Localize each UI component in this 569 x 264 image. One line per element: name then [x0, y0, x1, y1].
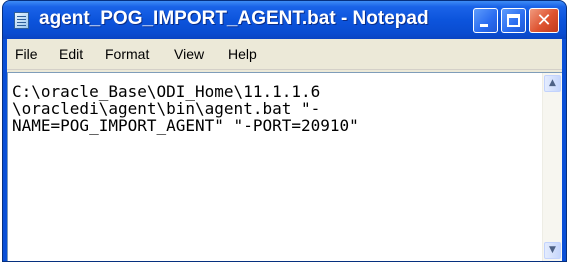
- title-bar[interactable]: agent_POG_IMPORT_AGENT.bat - Notepad ✕: [3, 1, 566, 39]
- menu-edit[interactable]: Edit: [59, 46, 83, 62]
- menu-file[interactable]: File: [15, 46, 38, 62]
- window-title: agent_POG_IMPORT_AGENT.bat - Notepad: [39, 8, 429, 29]
- notepad-window: agent_POG_IMPORT_AGENT.bat - Notepad ✕ F…: [2, 0, 567, 262]
- menu-format[interactable]: Format: [105, 46, 149, 62]
- editor-content[interactable]: C:\oracle_Base\ODI_Home\11.1.1.6 \oracle…: [12, 83, 536, 134]
- vertical-scrollbar[interactable]: ▲ ▼: [542, 73, 562, 261]
- scroll-down-button[interactable]: ▼: [544, 242, 561, 259]
- client-area: File Edit Format View Help C:\oracle_Bas…: [7, 39, 562, 261]
- minimize-icon: [480, 24, 488, 27]
- minimize-button[interactable]: [473, 8, 498, 33]
- menu-view[interactable]: View: [174, 46, 204, 62]
- maximize-icon: [507, 14, 520, 27]
- close-button[interactable]: ✕: [529, 8, 559, 33]
- menu-help[interactable]: Help: [228, 46, 257, 62]
- menu-bar: File Edit Format View Help: [7, 39, 562, 70]
- notepad-icon[interactable]: [14, 12, 29, 29]
- scroll-up-button[interactable]: ▲: [544, 75, 561, 92]
- maximize-button[interactable]: [501, 8, 526, 33]
- text-editor[interactable]: C:\oracle_Base\ODI_Home\11.1.1.6 \oracle…: [7, 72, 562, 261]
- close-icon: ✕: [536, 10, 552, 31]
